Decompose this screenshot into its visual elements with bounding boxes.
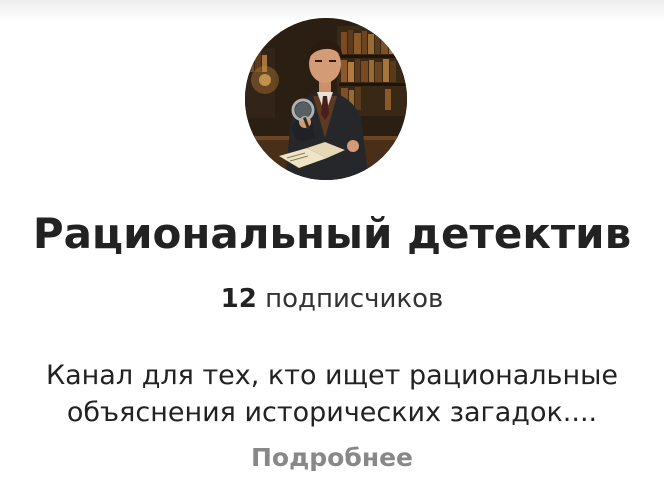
subscribers-label: подписчиков	[265, 284, 444, 314]
channel-card: Рациональный детектив 12 подписчиков Кан…	[0, 0, 664, 487]
description-line-2: объяснения исторических загадок....	[66, 397, 598, 428]
detective-portrait-icon	[245, 18, 407, 180]
subscribers-info: 12 подписчиков	[0, 284, 664, 314]
channel-avatar[interactable]	[245, 18, 407, 180]
channel-description: Канал для тех, кто ищет рациональные объ…	[24, 357, 640, 431]
description-line-1: Канал для тех, кто ищет рациональные	[45, 360, 619, 391]
more-link[interactable]: Подробнее	[0, 443, 664, 472]
subscribers-count: 12	[220, 284, 257, 314]
channel-title: Рациональный детектив	[32, 209, 632, 258]
